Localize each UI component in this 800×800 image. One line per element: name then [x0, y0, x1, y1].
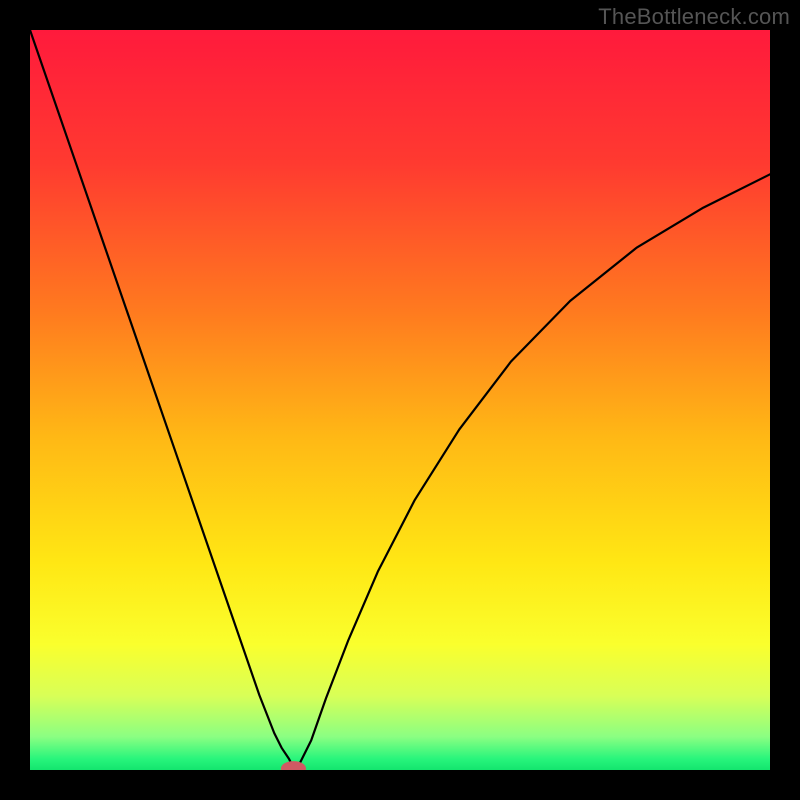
watermark-text: TheBottleneck.com: [598, 4, 790, 30]
plot-area: [30, 30, 770, 770]
gradient-background: [30, 30, 770, 770]
chart-svg: [30, 30, 770, 770]
chart-frame: TheBottleneck.com: [0, 0, 800, 800]
